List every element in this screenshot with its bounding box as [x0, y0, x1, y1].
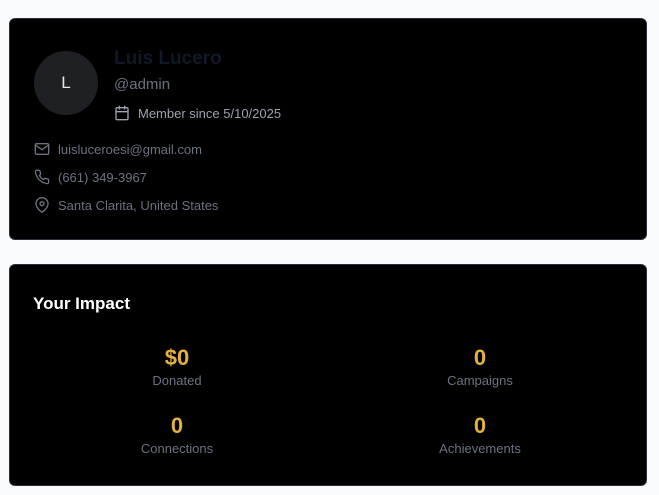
profile-name: Luis Lucero: [114, 48, 222, 69]
calendar-icon: [114, 105, 130, 121]
stat-value: 0: [170, 413, 184, 438]
member-since-text: Member since 5/10/2025: [138, 105, 282, 121]
stat-label: Connections: [140, 441, 214, 456]
member-since-row: Member since 5/10/2025: [114, 105, 281, 121]
profile-card: L Luis Lucero @admin Member since 5/10/2…: [9, 18, 647, 240]
phone-row[interactable]: (661) 349-3967: [34, 169, 147, 185]
stat-value: 0: [473, 345, 487, 370]
stat-label: Donated: [152, 373, 202, 388]
stat-value: $0: [164, 345, 190, 370]
phone-text[interactable]: (661) 349-3967: [58, 170, 147, 185]
avatar: L: [34, 51, 98, 115]
email-text[interactable]: luisluceroesi@gmail.com: [58, 142, 202, 157]
mail-icon: [34, 141, 50, 157]
stat-connections: 0 Connections: [77, 413, 277, 457]
stat-campaigns: 0 Campaigns: [380, 345, 580, 389]
avatar-initial: L: [61, 73, 71, 92]
map-pin-icon: [34, 197, 50, 213]
location-text: Santa Clarita, United States: [58, 197, 219, 213]
stat-achievements: 0 Achievements: [380, 413, 580, 457]
impact-card: Your Impact $0 Donated 0 Campaigns 0 Con…: [9, 264, 647, 486]
stat-label: Achievements: [439, 441, 521, 456]
profile-username: @admin: [114, 76, 171, 93]
stat-label: Campaigns: [447, 373, 513, 388]
phone-icon: [34, 169, 50, 185]
stat-value: 0: [473, 413, 487, 438]
impact-title: Your Impact: [33, 294, 130, 313]
email-row[interactable]: luisluceroesi@gmail.com: [34, 141, 202, 157]
stat-donated: $0 Donated: [77, 345, 277, 389]
location-row: Santa Clarita, United States: [34, 197, 218, 213]
